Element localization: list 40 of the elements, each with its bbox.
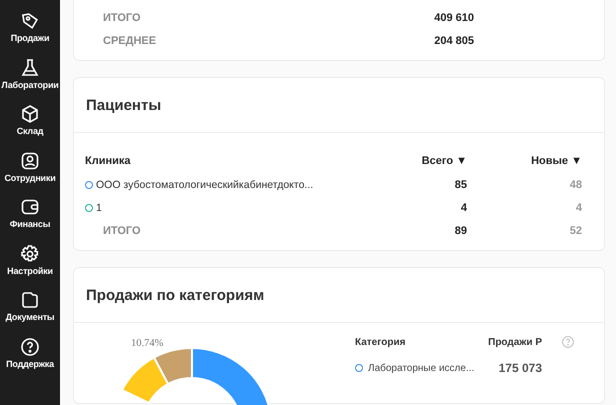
summary-value: 409 610: [433, 12, 474, 24]
box-icon: [20, 104, 40, 124]
table-cell-text: 4: [574, 202, 582, 214]
sidebar-item[interactable]: Документы: [6, 290, 54, 336]
percent-label: 10.74%: [131, 338, 164, 349]
help-icon[interactable]: [562, 336, 574, 348]
sidebar-item[interactable]: Финансы: [10, 197, 50, 244]
folder-icon: [20, 290, 40, 310]
column-header: Продажи Р: [487, 336, 542, 348]
gear-icon: [20, 244, 40, 264]
help-icon: [20, 336, 40, 356]
clinic-name: 1: [96, 202, 102, 214]
sidebar-item[interactable]: Склад: [16, 104, 44, 150]
column-header[interactable]: Новые ▼: [467, 155, 582, 167]
table-cell-text: 4: [460, 202, 467, 214]
sidebar-item[interactable]: Продажи: [10, 11, 50, 58]
table-cell-text: 52: [568, 225, 582, 237]
total-label: ИТОГО: [102, 225, 142, 237]
summary-label: ИТОГО: [103, 12, 142, 24]
sidebar-item[interactable]: Настройки: [7, 244, 53, 290]
column-header: Клиника: [85, 155, 132, 167]
table-cell-text: 175 073: [498, 361, 542, 375]
table-cell-text: 48: [568, 179, 582, 191]
category-name: Лабораторные иссле...: [368, 362, 474, 374]
sidebar-item[interactable]: Лаборатории: [1, 58, 59, 104]
card-title: Пациенты: [86, 96, 162, 114]
summary-value: 204 805: [433, 34, 474, 46]
column-header[interactable]: Всего ▼: [375, 155, 467, 167]
wallet-icon: [20, 197, 40, 217]
sidebar-item[interactable]: Поддержка: [6, 336, 54, 383]
flask-icon: [20, 58, 40, 78]
person-icon: [20, 150, 40, 170]
table-cell-text: 85: [454, 179, 467, 191]
card-title: Продажи по категориям: [86, 286, 264, 304]
column-header: Категория: [355, 336, 406, 348]
table-cell-text: 89: [454, 225, 467, 237]
clinic-name: ООО зубостоматологическийкабинетдокто...: [96, 179, 314, 191]
sidebar-item[interactable]: Сотрудники: [4, 150, 56, 197]
tag-icon: [20, 11, 40, 31]
summary-label: СРЕДНЕЕ: [103, 34, 158, 46]
